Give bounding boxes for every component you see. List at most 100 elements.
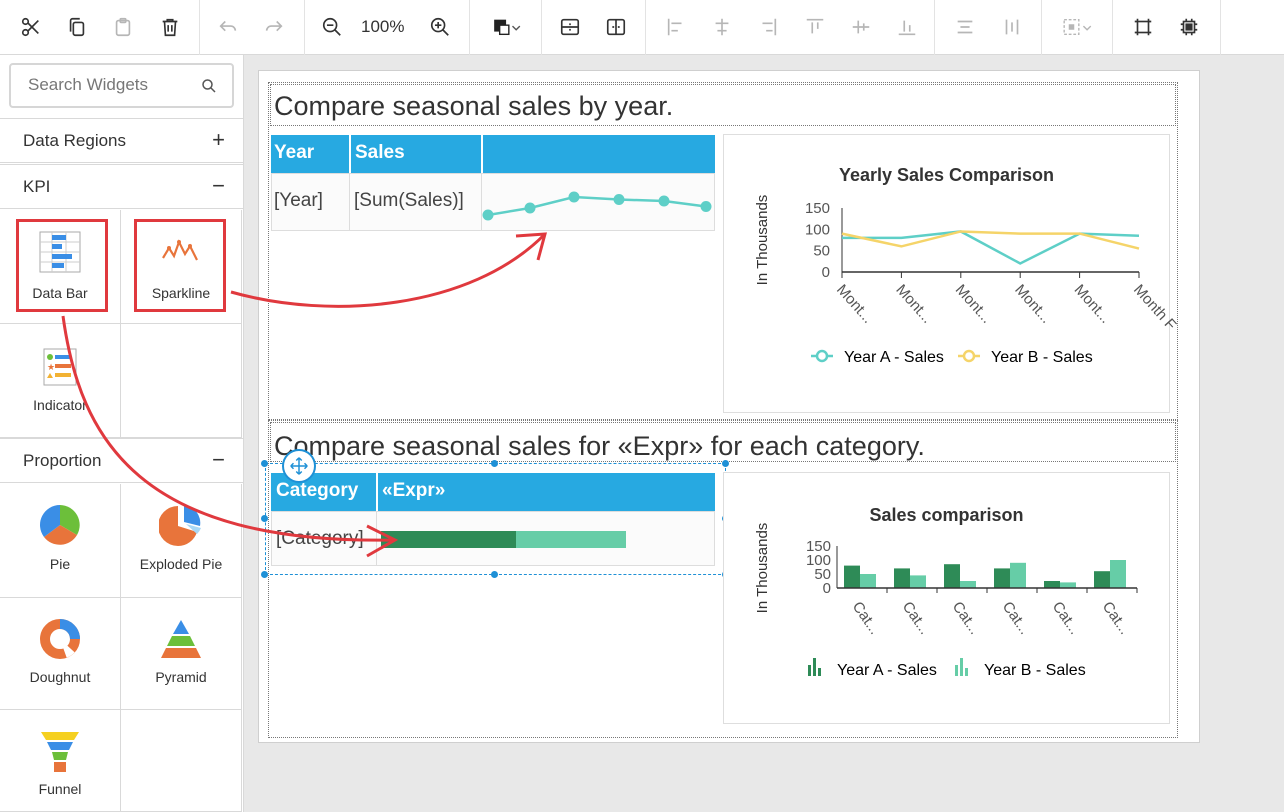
data-bar-highlight <box>16 219 108 312</box>
widget-empty <box>121 324 242 438</box>
resize-handle-l[interactable] <box>261 515 268 522</box>
collapse-icon[interactable]: − <box>212 173 225 199</box>
align-top-icon[interactable] <box>795 6 835 48</box>
chart-2-bar-b <box>960 581 976 588</box>
chart-2-ylabel: In Thousands <box>754 523 771 614</box>
chart-1-ytick: 100 <box>805 221 830 238</box>
expand-icon[interactable]: + <box>212 127 225 153</box>
doughnut-icon <box>40 619 80 659</box>
delete-icon[interactable] <box>150 6 190 48</box>
chart-2-bar-a <box>894 568 910 588</box>
chart-2-plot: In Thousands 150100500 Cat... Cat... Cat..… <box>754 523 1138 679</box>
chart-2-xtick: Cat... <box>1049 599 1083 638</box>
widget-label: Pie <box>49 556 71 572</box>
pie-icon <box>40 505 80 545</box>
align-right-icon[interactable] <box>748 6 788 48</box>
legend-bar-icon-a <box>808 658 821 676</box>
funnel-icon <box>41 732 79 772</box>
sparkline-chart[interactable] <box>482 174 715 230</box>
widget-empty <box>121 710 242 812</box>
fit-to-page-icon[interactable] <box>1123 6 1163 48</box>
search-icon[interactable] <box>200 77 218 95</box>
widget-doughnut[interactable]: Doughnut <box>0 598 121 710</box>
widget-funnel[interactable]: Funnel <box>0 710 121 812</box>
chart-2-bar-a <box>1044 581 1060 588</box>
insert-row-icon[interactable] <box>550 6 590 48</box>
align-middle-icon[interactable] <box>841 6 881 48</box>
chart-1-ytick: 50 <box>813 243 830 260</box>
distribute-horizontal-icon[interactable] <box>945 6 985 48</box>
cut-icon[interactable] <box>11 6 51 48</box>
resize-handle-tl[interactable] <box>261 460 268 467</box>
header-sales: Sales <box>355 142 405 163</box>
widget-label: Indicator <box>33 397 87 413</box>
legend-bar-icon-b <box>955 658 968 676</box>
widget-indicator[interactable]: ★ Indicator <box>0 324 121 438</box>
exploded-pie-icon <box>159 505 201 546</box>
widget-pyramid[interactable]: Pyramid <box>121 598 242 710</box>
insert-column-icon[interactable] <box>596 6 636 48</box>
section-data-regions[interactable]: Data Regions + <box>0 118 243 163</box>
toolbar: 100% <box>0 0 1284 55</box>
resize-handle-bl[interactable] <box>261 571 268 578</box>
chart-2-bar-b <box>910 575 926 588</box>
section-kpi[interactable]: KPI − <box>0 164 243 209</box>
resize-handle-b[interactable] <box>491 571 498 578</box>
table-1-header[interactable]: Year Sales <box>271 135 715 173</box>
zoom-in-icon[interactable] <box>420 6 460 48</box>
sparkline-point <box>482 209 494 221</box>
move-handle-icon[interactable] <box>282 449 316 483</box>
fill-color-icon[interactable] <box>482 6 532 48</box>
sparkline-point <box>613 194 625 205</box>
collapse-icon[interactable]: − <box>212 447 225 473</box>
align-left-icon[interactable] <box>656 6 696 48</box>
redo-icon[interactable] <box>254 6 294 48</box>
section-1-title[interactable]: Compare seasonal sales by year. <box>274 91 673 122</box>
copy-icon[interactable] <box>57 6 97 48</box>
section-2-title[interactable]: Compare seasonal sales for «Expr» for ea… <box>274 431 925 462</box>
search-input[interactable] <box>28 65 208 104</box>
zoom-out-icon[interactable] <box>312 6 352 48</box>
widget-label: Pyramid <box>155 669 207 685</box>
search-box <box>9 63 234 108</box>
chart-1-legend-a: Year A - Sales <box>844 349 944 366</box>
chart-2-bar-b <box>1010 562 1026 588</box>
sparkline-point <box>700 201 712 212</box>
widget-pie[interactable]: Pie <box>0 484 121 598</box>
paste-icon[interactable] <box>103 6 143 48</box>
section-label: KPI <box>23 177 51 196</box>
chart-2-bar-a <box>944 564 960 588</box>
cell-year[interactable]: [Year] <box>274 190 323 212</box>
sparkline-point <box>658 195 670 207</box>
section-label: Proportion <box>23 451 102 470</box>
distribute-vertical-icon[interactable] <box>992 6 1032 48</box>
group-icon[interactable] <box>1052 6 1102 48</box>
cell-sales[interactable]: [Sum(Sales)] <box>354 190 464 212</box>
sparkline-point <box>524 202 536 214</box>
chart-1-xtick: Mont... <box>1071 281 1114 326</box>
chart-1-legend-b: Year B - Sales <box>991 349 1093 366</box>
chart-2-bar-b <box>1060 582 1076 588</box>
align-center-icon[interactable] <box>702 6 742 48</box>
chart-1-ytick: 0 <box>822 264 830 281</box>
chart-1-xtick: Mont... <box>1011 281 1054 326</box>
widget-exploded-pie[interactable]: Exploded Pie <box>121 484 242 598</box>
chart-2-xtick: Cat... <box>849 599 883 638</box>
chart-1-xtick: Mont... <box>892 281 935 326</box>
resize-handle-t[interactable] <box>491 460 498 467</box>
widget-label: Funnel <box>38 781 82 797</box>
fit-to-width-icon[interactable] <box>1169 6 1209 48</box>
sparkline-highlight <box>134 219 226 312</box>
widget-label: Exploded Pie <box>139 556 223 572</box>
chart-2-bar-b <box>1110 560 1126 588</box>
align-bottom-icon[interactable] <box>887 6 927 48</box>
resize-handle-tr[interactable] <box>722 460 729 467</box>
section-proportion[interactable]: Proportion − <box>0 438 243 483</box>
chart-1-xtick: Mont... <box>833 281 876 326</box>
undo-icon[interactable] <box>208 6 248 48</box>
chart-2-ytick: 0 <box>823 580 831 597</box>
chart-2-legend-b: Year B - Sales <box>984 662 1086 679</box>
chart-2-xtick: Cat... <box>899 599 933 638</box>
chart-2-xtick: Cat... <box>1099 599 1133 638</box>
chart-1-ytick: 150 <box>805 200 830 217</box>
